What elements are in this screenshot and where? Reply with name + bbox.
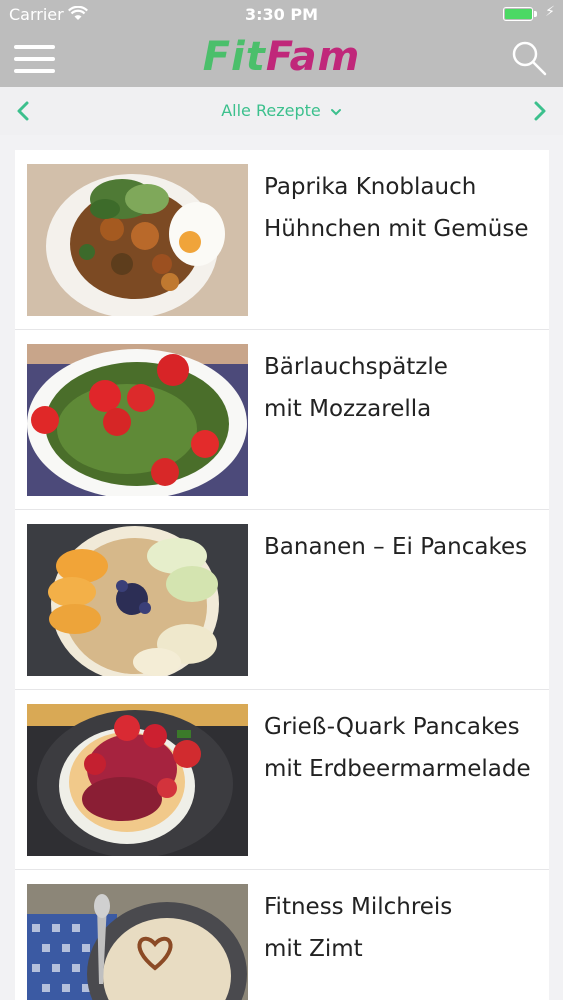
recipe-title-line1: Bärlauchspätzle <box>264 354 448 380</box>
chevron-right-icon[interactable] <box>527 95 551 127</box>
charging-bolt-icon: ⚡ <box>545 4 555 20</box>
battery-icon <box>503 7 533 21</box>
recipe-title: Fitness Milchreis mit Zimt <box>264 886 544 970</box>
search-icon[interactable] <box>511 40 547 76</box>
recipe-title-line1: Paprika Knoblauch <box>264 174 477 200</box>
battery-tip <box>534 11 537 17</box>
category-dropdown[interactable]: Alle Rezepte <box>0 101 563 120</box>
recipe-item[interactable]: Grieß-Quark Pancakes mit Erdbeermarmelad… <box>15 690 549 870</box>
logo-fam: Fam <box>265 34 361 80</box>
recipe-title-line2: mit Erdbeermarmelade <box>264 756 531 782</box>
nav-bar: FitFam <box>0 30 563 87</box>
status-bar: Carrier 3:30 PM ⚡ <box>0 0 563 30</box>
category-label: Alle Rezepte <box>221 101 321 120</box>
recipe-title-line2: mit Mozzarella <box>264 396 432 422</box>
recipe-item[interactable]: Paprika Knoblauch Hühnchen mit Gemüse <box>15 150 549 330</box>
recipe-item[interactable]: Bananen – Ei Pancakes <box>15 510 549 690</box>
app-logo: FitFam <box>0 34 563 80</box>
recipe-title: Bärlauchspätzle mit Mozzarella <box>264 346 544 430</box>
recipe-list: Paprika Knoblauch Hühnchen mit Gemüse Bä… <box>15 150 549 1000</box>
recipe-image <box>27 704 248 856</box>
recipe-image <box>27 164 248 316</box>
recipe-image <box>27 524 248 676</box>
recipe-title-line1: Bananen – Ei Pancakes <box>264 534 528 560</box>
recipe-title: Bananen – Ei Pancakes <box>264 526 544 568</box>
recipe-title-line1: Grieß-Quark Pancakes <box>264 714 520 740</box>
chevron-down-icon <box>330 108 341 115</box>
recipe-image <box>27 884 248 1000</box>
logo-fit: Fit <box>202 34 266 80</box>
clock: 3:30 PM <box>244 5 318 24</box>
category-bar: Alle Rezepte <box>0 87 563 135</box>
recipe-item[interactable]: Bärlauchspätzle mit Mozzarella <box>15 330 549 510</box>
recipe-image <box>27 344 248 496</box>
recipe-title-line2: Hühnchen mit Gemüse <box>264 216 529 242</box>
recipe-item[interactable]: Fitness Milchreis mit Zimt <box>15 870 549 1000</box>
recipe-title-line1: Fitness Milchreis <box>264 894 453 920</box>
recipe-title: Paprika Knoblauch Hühnchen mit Gemüse <box>264 166 544 250</box>
recipe-title-line2: mit Zimt <box>264 936 363 962</box>
recipe-title: Grieß-Quark Pancakes mit Erdbeermarmelad… <box>264 706 544 790</box>
